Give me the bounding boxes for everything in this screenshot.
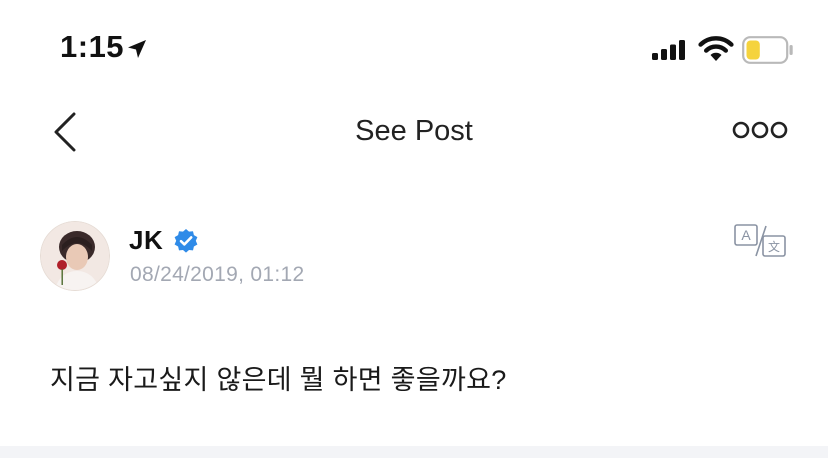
- battery-icon: [742, 36, 793, 64]
- translate-icon[interactable]: A 文: [734, 224, 786, 258]
- page-title: See Post: [355, 115, 473, 147]
- author-name[interactable]: JK: [129, 225, 163, 256]
- post-text: 지금 자고싶지 않은데 뭘 하면 좋을까요?: [50, 365, 507, 395]
- verified-badge-icon: [174, 229, 198, 253]
- cellular-signal-icon: [652, 40, 685, 60]
- svg-text:文: 文: [768, 239, 780, 254]
- avatar[interactable]: [40, 221, 110, 291]
- divider: [0, 446, 828, 458]
- more-options-button[interactable]: [730, 118, 790, 142]
- status-time: 1:15: [60, 29, 125, 64]
- post-timestamp: 08/24/2019, 01:12: [130, 263, 305, 286]
- location-arrow-icon: [128, 40, 146, 58]
- wifi-icon: [698, 36, 734, 61]
- svg-text:A: A: [741, 227, 751, 243]
